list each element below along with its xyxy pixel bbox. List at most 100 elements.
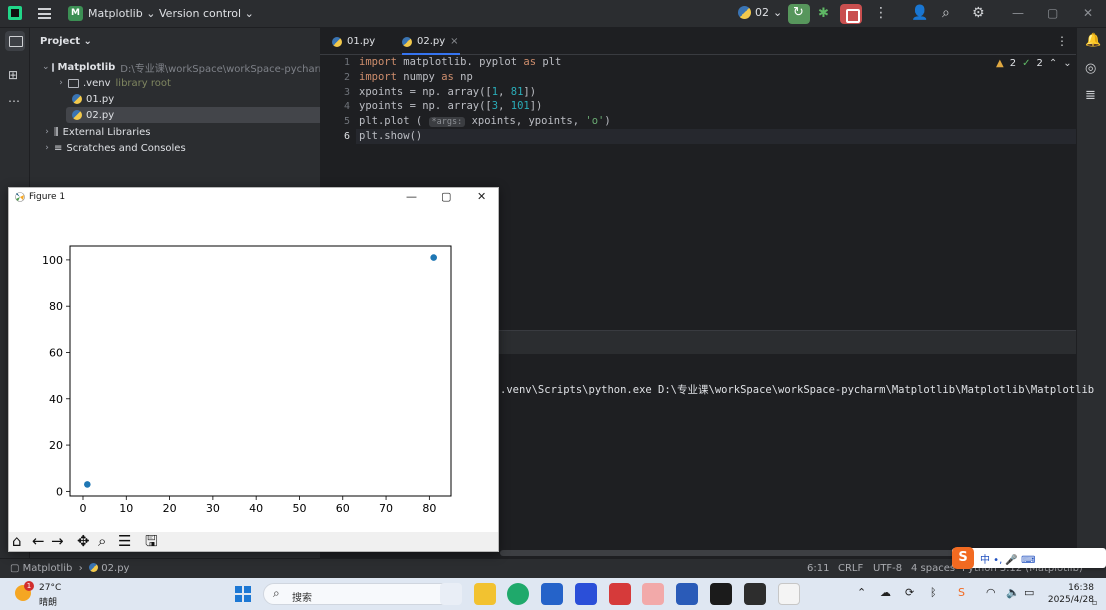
line-number: 5 [343, 116, 350, 127]
file-explorer-icon[interactable] [474, 583, 496, 605]
maximize-icon[interactable]: ▢ [441, 190, 451, 203]
system-clock[interactable]: 16:38 2025/4/28 [1046, 582, 1094, 606]
notifications-icon[interactable]: 🔔 [1085, 33, 1101, 48]
project-tool-icon[interactable] [5, 31, 25, 51]
onedrive-icon[interactable]: ☁ [880, 586, 891, 599]
maximize-icon[interactable]: ▢ [1047, 6, 1058, 20]
main-menu-icon[interactable] [38, 8, 51, 19]
save-icon[interactable]: 🖫 [145, 533, 158, 550]
x-tick-label: 0 [79, 502, 86, 515]
inspection-widget[interactable]: ▲ 2 ✓ 2 ⌃ ⌄ [996, 58, 1072, 69]
database-icon[interactable]: ≣ [1085, 88, 1096, 103]
close-tab-icon[interactable]: × [450, 36, 458, 47]
notification-center-icon[interactable]: ▫ [1092, 598, 1097, 607]
ai-assistant-icon[interactable]: ◎ [1085, 61, 1096, 76]
tree-item-01py[interactable]: 01.py [30, 91, 320, 107]
expand-arrow-icon[interactable]: ⌄ [42, 62, 50, 72]
store-icon[interactable] [541, 583, 563, 605]
pycharm-logo-icon [8, 6, 22, 20]
minimize-icon[interactable]: — [1012, 6, 1024, 20]
home-icon[interactable]: ⌂ [12, 533, 22, 550]
folder-icon [51, 62, 54, 72]
current-line-highlight [356, 129, 1076, 144]
tree-item-venv[interactable]: › .venv library root [30, 75, 320, 91]
add-user-icon[interactable]: 👤 [911, 5, 928, 21]
file-encoding[interactable]: UTF-8 [873, 563, 902, 574]
tree-item-external-libraries[interactable]: › ⫼ External Libraries [30, 124, 320, 140]
tab-02py[interactable]: 02.py × [402, 28, 460, 55]
terminal-icon[interactable] [744, 583, 766, 605]
python-file-icon [72, 110, 82, 120]
tree-item-02py[interactable]: 02.py [66, 107, 340, 123]
project-switcher[interactable]: Matplotlib ⌄ [88, 7, 155, 20]
search-icon[interactable]: ⌕ [942, 5, 950, 21]
code-text: np [453, 71, 473, 83]
breadcrumb[interactable]: ▢ Matplotlib › 02.py [10, 563, 129, 574]
wps-icon[interactable] [609, 583, 631, 605]
tree-item-matplotlib[interactable]: ⌄ Matplotlib D:\专业课\workSpace\workSpace-… [30, 59, 320, 75]
battery-icon[interactable]: ▭ [1024, 586, 1034, 599]
indent-setting[interactable]: 4 spaces [911, 563, 955, 574]
figure-canvas[interactable]: 0 10 20 30 40 50 60 70 80 0 20 40 60 80 100 [9, 207, 498, 532]
code-text: xpoints, ypoints, [465, 115, 586, 127]
horizontal-scrollbar[interactable] [500, 550, 1020, 556]
close-icon[interactable]: ✕ [1083, 6, 1093, 20]
tree-item-label: Scratches and Consoles [66, 142, 186, 154]
word-icon[interactable] [676, 583, 698, 605]
caret-position[interactable]: 6:11 [807, 563, 829, 574]
wifi-icon[interactable]: ◠ [986, 586, 996, 599]
taskbar-search[interactable]: ⌕ 搜索 [263, 583, 455, 605]
collapse-arrow-icon[interactable]: › [42, 127, 52, 137]
taskview-icon[interactable] [440, 583, 462, 605]
back-arrow-icon[interactable]: ← [32, 533, 45, 550]
search-icon: ⌕ [273, 586, 280, 600]
data-point [430, 254, 437, 261]
show-hidden-icons[interactable]: ⌃ [857, 586, 866, 599]
edge-browser-icon[interactable] [507, 583, 529, 605]
project-badge[interactable]: M [68, 6, 83, 21]
chevron-down-icon: ⌄ [773, 6, 783, 19]
ime-toolbar[interactable]: S 中 •, 🎤 ⌨ [952, 547, 1106, 569]
pan-icon[interactable]: ✥ [77, 533, 90, 550]
tree-item-scratches[interactable]: › ≡ Scratches and Consoles [30, 140, 320, 156]
debug-icon[interactable]: ✱ [818, 6, 829, 21]
wechat-icon[interactable] [642, 583, 664, 605]
line-separator[interactable]: CRLF [838, 563, 863, 574]
minimize-icon[interactable]: — [406, 190, 417, 203]
close-icon[interactable]: ✕ [477, 190, 486, 203]
sync-icon[interactable]: ⟳ [905, 586, 914, 599]
zoom-icon[interactable]: ⌕ [98, 533, 106, 550]
collapse-arrow-icon[interactable]: › [56, 78, 66, 88]
pycharm-icon[interactable] [710, 583, 732, 605]
run-config-selector[interactable]: 02 ⌄ [738, 6, 782, 19]
collapse-arrow-icon[interactable]: › [42, 143, 52, 153]
line-number: 1 [343, 57, 350, 68]
scatter-plot: 0 10 20 30 40 50 60 70 80 0 20 40 60 80 100 [42, 245, 452, 515]
start-menu-icon[interactable] [235, 586, 251, 602]
weather-temperature[interactable]: 27°C [39, 583, 61, 593]
python-file-icon [72, 94, 82, 104]
volume-icon[interactable]: 🔈 [1006, 586, 1020, 599]
stop-button[interactable] [840, 4, 862, 24]
project-panel-header[interactable]: Project ⌄ [40, 36, 92, 47]
tab-options-icon[interactable]: ⋮ [1056, 34, 1068, 48]
weather-description[interactable]: 晴朗 [39, 595, 57, 608]
code-text: numpy [396, 71, 442, 83]
pen-app-icon[interactable] [575, 583, 597, 605]
more-tools-icon[interactable]: ⋯ [8, 94, 20, 108]
matplotlib-taskbar-icon[interactable] [778, 583, 800, 605]
chevron-up-icon[interactable]: ⌃ [1049, 58, 1057, 69]
structure-icon[interactable]: ⊞ [8, 68, 18, 82]
rerun-button[interactable] [788, 4, 810, 24]
version-control-menu[interactable]: Version control ⌄ [159, 7, 254, 20]
configure-subplots-icon[interactable]: ☰ [118, 533, 131, 550]
code-text: plt [536, 56, 562, 68]
settings-gear-icon[interactable]: ⚙ [972, 5, 985, 21]
chevron-down-icon[interactable]: ⌄ [1063, 58, 1071, 69]
tab-label: 02.py [417, 36, 446, 47]
forward-arrow-icon[interactable]: → [51, 533, 64, 550]
more-actions-icon[interactable]: ⋮ [874, 5, 888, 21]
bluetooth-icon[interactable]: ᛒ [930, 586, 937, 599]
sogou-tray-icon[interactable]: S [958, 586, 965, 599]
tab-01py[interactable]: 01.py [332, 28, 392, 55]
